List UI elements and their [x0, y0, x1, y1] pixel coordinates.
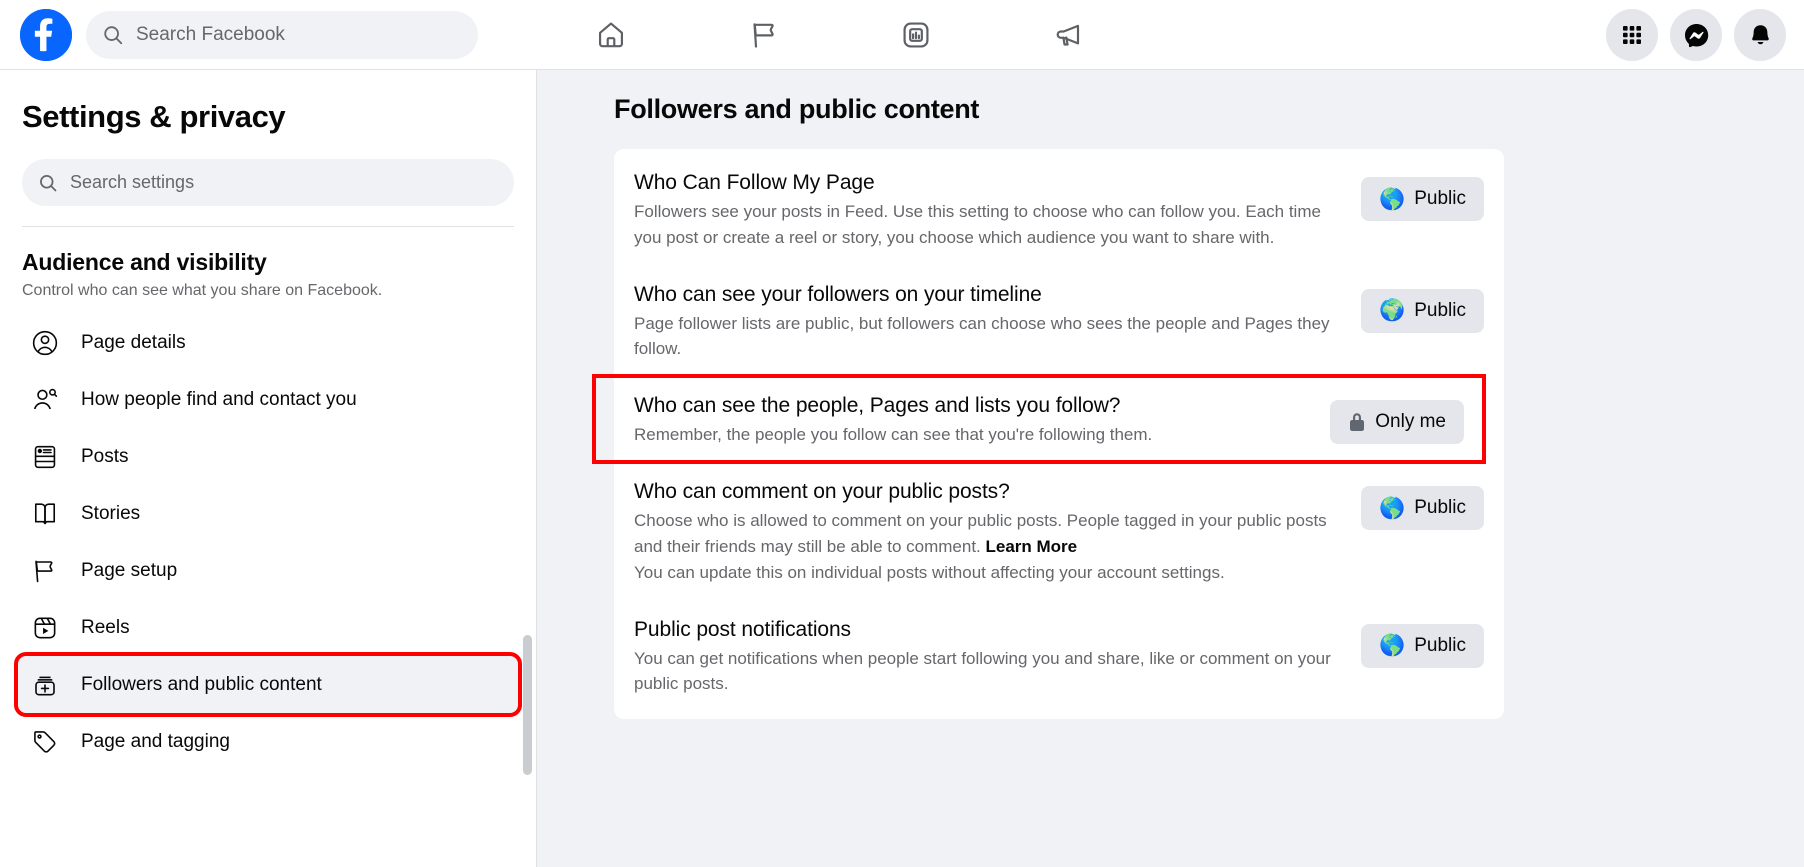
- sidebar-item-label: Stories: [81, 502, 141, 524]
- audience-value: Public: [1414, 299, 1466, 321]
- megaphone-icon[interactable]: [1038, 6, 1100, 64]
- settings-search-box[interactable]: [22, 159, 514, 206]
- audience-value: Public: [1414, 634, 1466, 656]
- audience-selector-button[interactable]: 🌍 Public: [1361, 288, 1484, 333]
- sidebar-item-label: How people find and contact you: [81, 388, 357, 410]
- flag-icon[interactable]: [733, 6, 795, 64]
- setting-row-who-can-see-your-followers: Who can see your followers on your timel…: [614, 265, 1504, 377]
- account-nav-icons: [1606, 0, 1786, 70]
- person-circle-icon: [28, 326, 62, 360]
- bell-icon[interactable]: [1734, 9, 1786, 61]
- setting-text: Public post notifications You can get no…: [634, 618, 1361, 698]
- setting-description-extra: You can update this on individual posts …: [634, 562, 1225, 582]
- sidebar-item-label: Page setup: [81, 559, 178, 581]
- sidebar-item-page-and-tagging[interactable]: Page and tagging: [18, 713, 518, 770]
- setting-heading: Who can see the people, Pages and lists …: [634, 394, 1121, 418]
- setting-description: You can get notifications when people st…: [634, 648, 1331, 694]
- sidebar-item-label: Page details: [81, 331, 186, 353]
- setting-heading: Who can see your followers on your timel…: [634, 282, 1042, 306]
- audience-selector-button[interactable]: 🌎 Public: [1361, 177, 1484, 221]
- audience-value: Only me: [1375, 411, 1446, 433]
- reels-icon: [28, 611, 62, 645]
- sidebar-menu: Page details How people find and contact…: [0, 314, 536, 770]
- sidebar-item-reels[interactable]: Reels: [18, 599, 518, 656]
- globe-icon: 🌎: [1379, 187, 1406, 211]
- sidebar-item-page-setup[interactable]: Page setup: [18, 542, 518, 599]
- bar-chart-icon[interactable]: [885, 6, 947, 64]
- sidebar-item-how-people-find-and-contact-you[interactable]: How people find and contact you: [18, 371, 518, 428]
- settings-search-input[interactable]: [70, 172, 498, 193]
- globe-icon: 🌎: [1379, 496, 1406, 520]
- setting-description-wrap: Choose who is allowed to comment on your…: [634, 508, 1343, 560]
- setting-description: Page follower lists are public, but foll…: [634, 313, 1330, 359]
- facebook-settings-page: Settings & privacy Audience and visibili…: [0, 0, 1804, 867]
- setting-text: Who can see your followers on your timel…: [634, 283, 1361, 363]
- audience-value: Public: [1414, 188, 1466, 209]
- learn-more-link[interactable]: Learn More: [986, 537, 1078, 556]
- setting-row-who-can-follow-my-page: Who Can Follow My Page Followers see you…: [614, 153, 1504, 265]
- sidebar-item-page-details[interactable]: Page details: [18, 314, 518, 371]
- sidebar-section-title: Audience and visibility: [22, 249, 267, 275]
- sidebar-item-label: Followers and public content: [81, 673, 322, 695]
- setting-heading: Public post notifications: [634, 617, 851, 641]
- grid-menu-icon[interactable]: [1606, 9, 1658, 61]
- setting-text: Who can comment on your public posts? Ch…: [634, 480, 1361, 585]
- sidebar-item-followers-and-public-content[interactable]: Followers and public content: [14, 652, 522, 717]
- page-body: Settings & privacy Audience and visibili…: [0, 70, 1804, 867]
- posts-card-icon: [28, 440, 62, 474]
- setting-description: Remember, the people you follow can see …: [634, 425, 1153, 445]
- sidebar-section-subtitle: Control who can see what you share on Fa…: [22, 282, 383, 299]
- page-title: Settings & privacy: [22, 99, 286, 134]
- facebook-logo[interactable]: [20, 8, 72, 61]
- main-heading: Followers and public content: [614, 94, 980, 124]
- audience-selector-button[interactable]: 🌎 Public: [1361, 486, 1484, 531]
- followers-plus-icon: [28, 668, 62, 702]
- facebook-search-box[interactable]: [86, 10, 478, 59]
- sidebar-item-label: Posts: [81, 445, 129, 467]
- settings-card: Who Can Follow My Page Followers see you…: [592, 149, 1504, 720]
- search-input[interactable]: [136, 23, 462, 46]
- setting-description: Followers see your posts in Feed. Use th…: [634, 202, 1321, 247]
- setting-heading: Who can comment on your public posts?: [634, 480, 1010, 504]
- messenger-icon[interactable]: [1670, 9, 1722, 61]
- flag-outline-icon: [28, 554, 62, 588]
- setting-heading: Who Can Follow My Page: [634, 171, 875, 194]
- book-icon: [28, 497, 62, 531]
- setting-row-who-can-comment-on-your-public-posts: Who can comment on your public posts? Ch…: [614, 462, 1504, 599]
- sidebar-item-label: Page and tagging: [81, 730, 230, 752]
- audience-value: Public: [1414, 497, 1466, 519]
- setting-text: Who can see the people, Pages and lists …: [634, 394, 1330, 448]
- lock-icon: [1348, 411, 1366, 433]
- tag-icon: [28, 725, 62, 759]
- sidebar-divider: [22, 226, 514, 227]
- setting-text: Who Can Follow My Page Followers see you…: [634, 171, 1361, 251]
- search-icon: [38, 173, 58, 193]
- search-icon: [102, 24, 124, 46]
- sidebar-item-stories[interactable]: Stories: [18, 485, 518, 542]
- main-content: Followers and public content Who Can Fol…: [537, 70, 1804, 867]
- setting-description: Choose who is allowed to comment on your…: [634, 511, 1327, 556]
- setting-row-public-post-notifications: Public post notifications You can get no…: [614, 600, 1504, 712]
- sidebar-item-posts[interactable]: Posts: [18, 428, 518, 485]
- setting-row-who-can-see-people-pages-lists-you-follow: Who can see the people, Pages and lists …: [592, 374, 1486, 465]
- home-icon[interactable]: [580, 6, 642, 64]
- sidebar-item-label: Reels: [81, 616, 130, 638]
- sidebar-scrollbar[interactable]: [523, 635, 532, 775]
- globe-icon: 🌍: [1379, 299, 1406, 323]
- top-navigation-bar: [0, 0, 1804, 70]
- audience-selector-button[interactable]: Only me: [1330, 400, 1464, 445]
- settings-sidebar: Settings & privacy Audience and visibili…: [0, 70, 537, 867]
- person-search-icon: [28, 383, 62, 417]
- audience-selector-button[interactable]: 🌎 Public: [1361, 623, 1484, 668]
- primary-nav-icons: [540, 0, 1140, 70]
- globe-icon: 🌎: [1379, 634, 1406, 658]
